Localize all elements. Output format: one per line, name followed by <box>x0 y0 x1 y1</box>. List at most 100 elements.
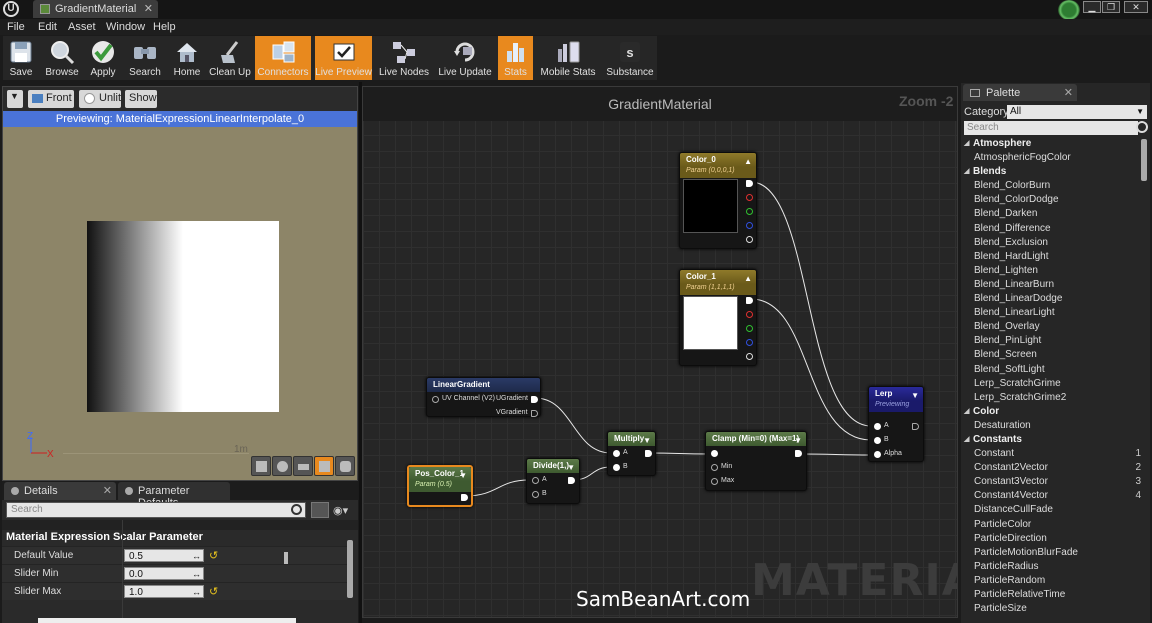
category-select[interactable]: All ▼ <box>1007 105 1147 119</box>
palette-item[interactable]: Blend_Overlay <box>961 320 1141 334</box>
expand-icon[interactable]: ▼ <box>643 436 651 445</box>
palette-item[interactable]: ParticleRandom <box>961 574 1141 588</box>
search-button[interactable]: Search <box>125 36 165 80</box>
input-pin-value[interactable] <box>711 450 718 457</box>
save-button[interactable]: Save <box>3 36 39 80</box>
palette-item[interactable]: AtmosphericFogColor <box>961 151 1141 165</box>
output-pin-ugradient[interactable] <box>531 396 538 403</box>
palette-item[interactable]: ParticleMotionBlurFade <box>961 546 1141 560</box>
output-pin[interactable] <box>568 477 575 484</box>
view-options-icon[interactable]: ◉▾ <box>333 504 348 517</box>
menu-file[interactable]: File <box>7 21 25 33</box>
tab-details[interactable]: Details ✕ <box>4 482 116 500</box>
node-color-0[interactable]: Color_0 ▲ Param (0,0,0,1) <box>679 152 757 249</box>
palette-category[interactable]: Color <box>961 405 1141 419</box>
reset-to-default-icon[interactable]: ↺ <box>209 549 218 562</box>
palette-item[interactable]: Blend_PinLight <box>961 334 1141 348</box>
node-lerp[interactable]: Lerp ▼ Previewing A B Alpha <box>868 386 924 462</box>
palette-item[interactable]: Desaturation <box>961 419 1141 433</box>
node-pos-color-1[interactable]: Pos_Color_1 ▼ Param (0.5) <box>407 465 473 507</box>
palette-item[interactable]: DistanceCullFade <box>961 503 1141 517</box>
palette-item[interactable]: Blend_Screen <box>961 348 1141 362</box>
node-divide[interactable]: Divide(1,) ▼ A B <box>526 458 580 504</box>
output-pin[interactable] <box>645 450 652 457</box>
palette-item[interactable]: Lerp_ScratchGrime <box>961 377 1141 391</box>
expand-icon[interactable]: ▼ <box>794 436 802 445</box>
palette-item[interactable]: Constant2Vector 2 <box>961 461 1141 475</box>
input-pin-a[interactable] <box>613 450 620 457</box>
apply-button[interactable]: Apply <box>85 36 121 80</box>
slider-min-field[interactable]: 0.0 ↔ <box>124 567 204 580</box>
palette-item[interactable]: Blend_ColorDodge <box>961 193 1141 207</box>
node-linear-gradient[interactable]: LinearGradient UV Channel (V2) UGradient… <box>426 377 541 417</box>
input-pin-max[interactable] <box>711 478 718 485</box>
palette-item[interactable]: Blend_HardLight <box>961 250 1141 264</box>
viewport-options-button[interactable]: ▼ <box>7 90 23 108</box>
details-scrollbar[interactable] <box>347 540 353 598</box>
property-matrix-icon[interactable] <box>311 502 329 518</box>
menu-help[interactable]: Help <box>153 21 176 33</box>
maximize-button[interactable]: ❐ <box>1102 1 1120 13</box>
output-pin-vgradient[interactable] <box>531 410 538 417</box>
preview-viewport[interactable]: ▼ Front Unlit Show Previewing: MaterialE… <box>2 86 358 481</box>
plane-shape-button[interactable] <box>293 456 313 476</box>
slider-max-field[interactable]: 1.0 ↔ <box>124 585 204 598</box>
clean-up-button[interactable]: Clean Up <box>207 36 253 80</box>
node-color-1[interactable]: Color_1 ▲ Param (1,1,1,1) <box>679 269 757 366</box>
output-pin-b[interactable] <box>746 222 753 229</box>
palette-item[interactable]: Blend_Lighten <box>961 264 1141 278</box>
home-button[interactable]: Home <box>169 36 205 80</box>
palette-item[interactable]: Blend_Difference <box>961 222 1141 236</box>
palette-item[interactable]: ParticleRadius <box>961 560 1141 574</box>
output-pin-b[interactable] <box>746 339 753 346</box>
input-pin-a[interactable] <box>532 477 539 484</box>
node-multiply[interactable]: Multiply ▼ A B <box>607 431 656 476</box>
document-tab[interactable]: GradientMaterial ✕ <box>33 0 158 18</box>
close-tab-icon[interactable]: ✕ <box>1064 86 1073 99</box>
connectors-button[interactable]: Connectors <box>255 36 311 80</box>
sphere-shape-button[interactable] <box>272 456 292 476</box>
palette-item[interactable]: Constant4Vector 4 <box>961 489 1141 503</box>
close-window-button[interactable]: ✕ <box>1124 1 1148 13</box>
view-mode-front-button[interactable]: Front <box>28 90 74 108</box>
stats-button[interactable]: Stats <box>498 36 533 80</box>
palette-category[interactable]: Blends <box>961 165 1141 179</box>
menu-window[interactable]: Window <box>106 21 145 33</box>
input-pin-b[interactable] <box>874 437 881 444</box>
category-header[interactable]: Material Expression Scalar Parameter <box>4 531 344 545</box>
reset-to-default-icon[interactable]: ↺ <box>209 585 218 598</box>
palette-category[interactable]: Atmosphere <box>961 137 1141 151</box>
palette-item[interactable]: Blend_LinearLight <box>961 306 1141 320</box>
palette-item[interactable]: Blend_Darken <box>961 207 1141 221</box>
output-pin-a[interactable] <box>746 353 753 360</box>
palette-search-input[interactable]: Search <box>964 121 1138 135</box>
palette-category[interactable]: Constants <box>961 433 1141 447</box>
lighting-unlit-button[interactable]: Unlit <box>79 90 121 108</box>
tab-palette[interactable]: Palette ✕ <box>963 84 1077 101</box>
live-preview-button[interactable]: Live Preview <box>315 36 372 80</box>
unreal-logo-icon[interactable]: U <box>3 1 19 17</box>
menu-asset[interactable]: Asset <box>68 21 96 33</box>
minimize-button[interactable]: ▁ <box>1083 1 1101 13</box>
output-pin-g[interactable] <box>746 208 753 215</box>
collapse-icon[interactable]: ▲ <box>744 274 752 283</box>
input-pin-min[interactable] <box>711 464 718 471</box>
output-pin[interactable] <box>912 423 919 430</box>
output-pin[interactable] <box>795 450 802 457</box>
cube-shape-button[interactable] <box>314 456 334 476</box>
output-pin-g[interactable] <box>746 325 753 332</box>
custom-mesh-button[interactable] <box>335 456 355 476</box>
output-pin-r[interactable] <box>746 194 753 201</box>
default-value-field[interactable]: 0.5 ↔ <box>124 549 288 565</box>
close-tab-icon[interactable]: ✕ <box>144 2 153 15</box>
output-pin-rgb[interactable] <box>746 297 753 304</box>
tab-parameter-defaults[interactable]: Parameter Defaults <box>118 482 230 509</box>
close-tab-icon[interactable]: ✕ <box>103 484 112 497</box>
browse-button[interactable]: Browse <box>41 36 83 80</box>
column-divider[interactable] <box>122 520 123 623</box>
palette-item[interactable]: ParticleRelativeTime <box>961 588 1141 602</box>
cylinder-shape-button[interactable] <box>251 456 271 476</box>
live-update-button[interactable]: Live Update <box>436 36 494 80</box>
mobile-stats-button[interactable]: Mobile Stats <box>537 36 599 80</box>
expand-icon[interactable]: ▼ <box>459 471 467 480</box>
